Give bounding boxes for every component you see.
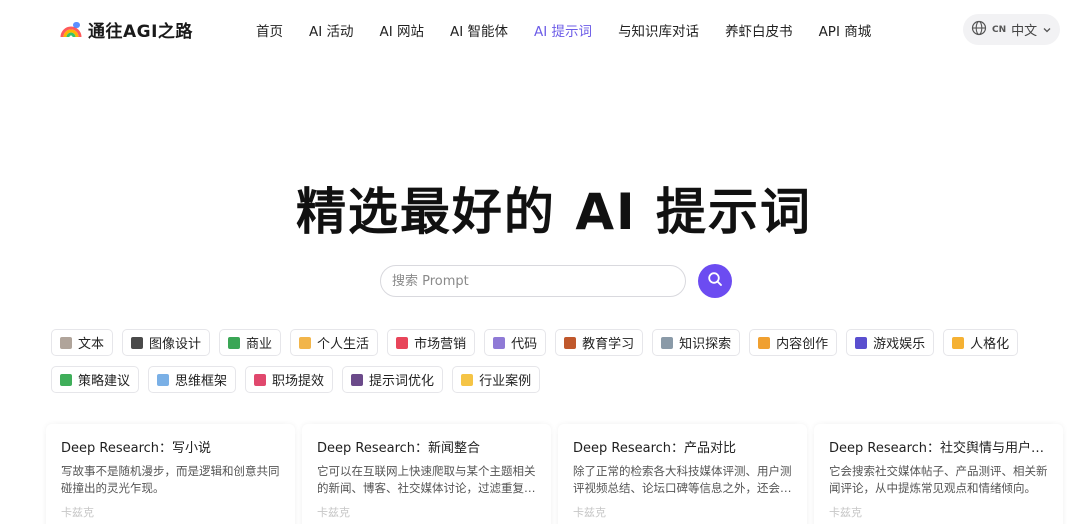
search-icon — [707, 271, 723, 291]
briefcase-icon — [254, 373, 267, 386]
prompt-card[interactable]: Deep Research：新闻整合 它可以在互联网上快速爬取与某个主题相关的新… — [302, 424, 551, 524]
nav-item-whitepaper[interactable]: 养虾白皮书 — [725, 20, 793, 40]
prompt-card[interactable]: Deep Research：写小说 写故事不是随机漫步，而是逻辑和创意共同碰撞出… — [46, 424, 295, 524]
tag-label: 代码 — [511, 337, 538, 352]
framed-picture-icon — [131, 336, 144, 349]
nav-item-knowledge-chat[interactable]: 与知识库对话 — [618, 20, 699, 40]
tag-label: 人格化 — [970, 337, 1010, 352]
nav-item-ai-prompts[interactable]: AI 提示词 — [534, 20, 592, 40]
writing-hand-icon — [758, 336, 771, 349]
tag-persona[interactable]: 人格化 — [943, 329, 1019, 356]
money-icon — [228, 336, 241, 349]
nav-item-api-store[interactable]: API 商城 — [819, 20, 872, 40]
prompt-card-description: 写故事不是随机漫步，而是逻辑和创意共同碰撞出的灵光乍现。 — [61, 464, 280, 495]
prompt-card-description: 它可以在互联网上快速爬取与某个主题相关的新闻、博客、社交媒体讨论，过滤重复… — [317, 464, 536, 495]
search-input[interactable] — [380, 265, 686, 297]
tag-label: 内容创作 — [776, 337, 829, 352]
tag-label: 商业 — [246, 337, 273, 352]
tag-label: 教育学习 — [582, 337, 635, 352]
tag-thinking-framework[interactable]: 思维框架 — [148, 366, 237, 393]
main-nav: 首页 AI 活动 AI 网站 AI 智能体 AI 提示词 与知识库对话 养虾白皮… — [256, 20, 897, 40]
page-title: 精选最好的 AI 提示词 — [295, 183, 813, 241]
prompt-card[interactable]: Deep Research：社交舆情与用户情… 它会搜索社交媒体帖子、产品测评、… — [814, 424, 1063, 524]
tag-workplace[interactable]: 职场提效 — [245, 366, 334, 393]
chevron-down-icon — [1042, 20, 1052, 39]
site-name: 通往AGI之路 — [88, 22, 193, 42]
nav-item-ai-sites[interactable]: AI 网站 — [380, 20, 425, 40]
game-controller-icon — [855, 336, 868, 349]
prompt-card-description: 它会搜索社交媒体帖子、产品测评、相关新闻评论，从中提炼常见观点和情绪倾向。 — [829, 464, 1048, 495]
tag-games[interactable]: 游戏娱乐 — [846, 329, 935, 356]
prompt-card-author: 卡兹克 — [317, 506, 350, 519]
prompt-card-title: Deep Research：新闻整合 — [317, 441, 481, 456]
tag-personal-life[interactable]: 个人生活 — [290, 329, 379, 356]
tag-content-creation[interactable]: 内容创作 — [749, 329, 838, 356]
top-header: 通往AGI之路 首页 AI 活动 AI 网站 AI 智能体 AI 提示词 与知识… — [0, 0, 1080, 60]
tag-code[interactable]: 代码 — [484, 329, 547, 356]
prompt-card-title: Deep Research：写小说 — [61, 441, 212, 456]
tag-label: 提示词优化 — [369, 374, 435, 389]
prompt-card-author: 卡兹克 — [61, 506, 94, 519]
crystal-ball-icon — [351, 373, 364, 386]
tag-knowledge[interactable]: 知识探索 — [652, 329, 741, 356]
microscope-icon — [661, 336, 674, 349]
tag-business[interactable]: 商业 — [219, 329, 282, 356]
tag-industry-cases[interactable]: 行业案例 — [452, 366, 541, 393]
tag-label: 思维框架 — [175, 374, 228, 389]
tag-text[interactable]: 文本 — [51, 329, 114, 356]
folder-icon — [461, 373, 474, 386]
flag-in-hole-icon — [60, 373, 72, 386]
tag-label: 市场营销 — [414, 337, 467, 352]
tag-label: 知识探索 — [679, 337, 732, 352]
tag-label: 职场提效 — [272, 374, 325, 389]
prompt-card-description: 除了正常的检索各大科技媒体评测、用户测评视频总结、论坛口碑等信息之外，还会… — [573, 464, 792, 495]
tag-marketing[interactable]: 市场营销 — [387, 329, 476, 356]
nav-item-ai-agents[interactable]: AI 智能体 — [450, 20, 508, 40]
tag-label: 行业案例 — [479, 374, 532, 389]
prompt-card-title: Deep Research：产品对比 — [573, 441, 737, 456]
tag-label: 游戏娱乐 — [873, 337, 926, 352]
person-icon — [299, 336, 312, 349]
megaphone-icon — [396, 336, 409, 349]
language-label: 中文 — [1011, 24, 1038, 39]
tag-image-design[interactable]: 图像设计 — [122, 329, 211, 356]
search-button[interactable] — [698, 264, 732, 298]
prompt-card-title: Deep Research：社交舆情与用户情… — [829, 441, 1049, 456]
rainbow-icon — [60, 19, 82, 41]
face-icon — [952, 336, 965, 349]
technologist-icon — [493, 336, 506, 349]
nav-item-ai-events[interactable]: AI 活动 — [309, 20, 354, 40]
memo-icon — [60, 336, 72, 349]
globe-icon — [971, 20, 987, 40]
prompt-card-list: Deep Research：写小说 写故事不是随机漫步，而是逻辑和创意共同碰撞出… — [46, 424, 1080, 524]
book-icon — [157, 373, 170, 386]
tag-label: 文本 — [78, 337, 105, 352]
language-switcher[interactable]: CN 中文 — [963, 14, 1060, 45]
tag-prompt-optimization[interactable]: 提示词优化 — [342, 366, 444, 393]
books-icon — [564, 336, 577, 349]
language-code: CN — [992, 24, 1007, 35]
tag-education[interactable]: 教育学习 — [555, 329, 644, 356]
site-logo[interactable]: 通往AGI之路 — [60, 17, 193, 42]
prompt-card-author: 卡兹克 — [573, 506, 606, 519]
prompt-card[interactable]: Deep Research：产品对比 除了正常的检索各大科技媒体评测、用户测评视… — [558, 424, 807, 524]
tag-strategy[interactable]: 策略建议 — [51, 366, 140, 393]
tag-label: 图像设计 — [149, 337, 202, 352]
category-tags: 文本 图像设计 商业 个人生活 市场营销 代码 教育学习 知识探索 内容创作 游… — [51, 329, 1031, 393]
prompt-card-author: 卡兹克 — [829, 506, 862, 519]
nav-item-home[interactable]: 首页 — [256, 20, 283, 40]
tag-label: 策略建议 — [78, 374, 131, 389]
tag-label: 个人生活 — [317, 337, 370, 352]
